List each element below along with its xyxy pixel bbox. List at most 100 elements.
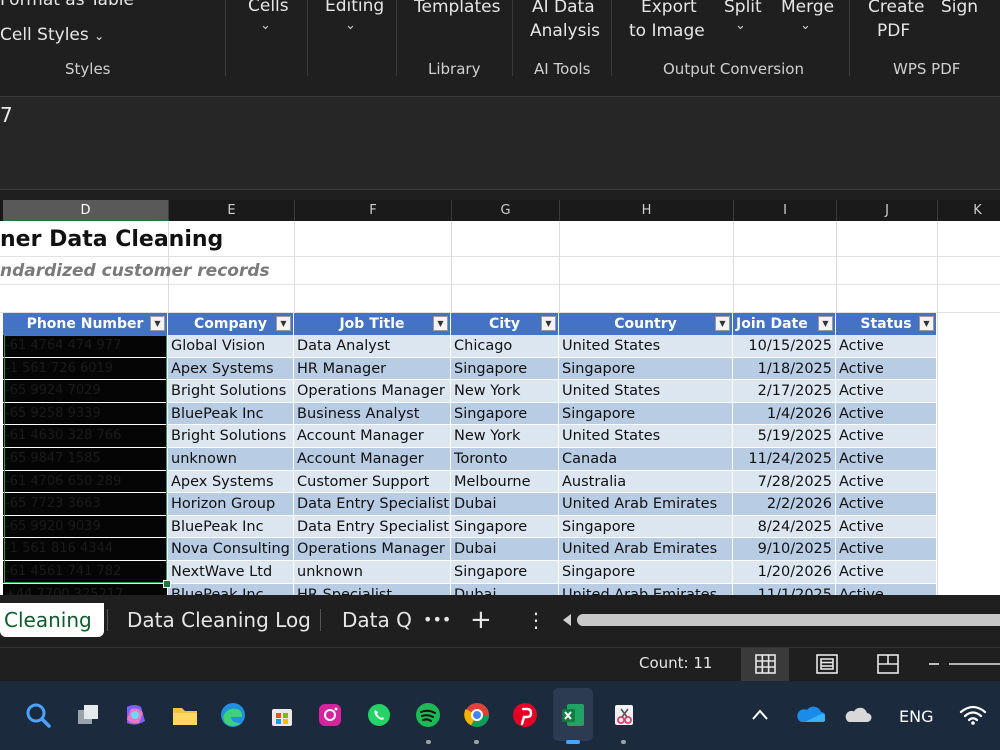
formula-value[interactable]: 7 (0, 103, 13, 127)
pinterest-icon[interactable] (511, 701, 539, 729)
ai-data-analysis-button-line1[interactable]: AI Data (532, 0, 595, 19)
cell-company[interactable]: BluePeak Inc (168, 515, 294, 539)
more-tabs-button[interactable]: ••• (423, 603, 451, 637)
cell-phone-number[interactable]: -1 561 816 4344 (3, 538, 168, 561)
wifi-icon[interactable] (959, 704, 987, 726)
cell-city[interactable]: New York (451, 425, 559, 448)
cell-city[interactable]: Singapore (451, 561, 559, 584)
sheet-options-button[interactable]: ⋮ (526, 603, 546, 637)
create-pdf-button-line1[interactable]: Create (868, 0, 925, 19)
cell-job-title[interactable]: unknown (294, 561, 451, 584)
tab-data-cleaning-log[interactable]: Data Cleaning Log (127, 603, 311, 637)
filter-dropdown-icon[interactable]: ▼ (919, 316, 934, 331)
cell-company[interactable]: BluePeak Inc (168, 402, 294, 426)
filter-dropdown-icon[interactable]: ▼ (818, 316, 833, 331)
chevron-down-icon[interactable]: ⌄ (345, 18, 356, 33)
cell-country[interactable]: Singapore (559, 357, 733, 381)
cell-styles-button[interactable]: Cell Styles ⌄ (0, 23, 104, 48)
cell-job-title[interactable]: Data Entry Specialist (294, 515, 451, 539)
cell-status[interactable]: Active (836, 335, 937, 358)
cell-company[interactable]: NextWave Ltd (168, 561, 294, 584)
cell-city[interactable]: Singapore (451, 402, 559, 426)
chevron-down-icon[interactable]: ⌄ (735, 18, 746, 33)
sign-button[interactable]: Sign (941, 0, 978, 19)
microsoft-store-icon[interactable] (268, 701, 296, 729)
cell-phone-number[interactable]: -65 7723 3663 (3, 493, 168, 516)
cell-status[interactable]: Active (836, 561, 937, 584)
whatsapp-icon[interactable] (365, 701, 393, 729)
column-header-f[interactable]: F (295, 200, 452, 221)
spotify-icon[interactable] (414, 701, 442, 729)
cell-phone-number[interactable]: -61 4561 741 782 (3, 561, 168, 584)
cell-city[interactable]: Dubai (451, 583, 559, 595)
cell-status[interactable]: Active (836, 583, 937, 595)
add-sheet-button[interactable]: + (470, 603, 492, 637)
chevron-down-icon[interactable]: ⌄ (260, 18, 271, 33)
header-city[interactable]: City ▼ (451, 313, 559, 335)
cell-city[interactable]: New York (451, 380, 559, 403)
column-header-h[interactable]: H (560, 200, 734, 221)
cell-status[interactable]: Active (836, 515, 937, 539)
header-company[interactable]: Company ▼ (168, 313, 294, 335)
cell-join-date[interactable]: 11/24/2025 (733, 448, 836, 471)
cell-join-date[interactable]: 1/20/2026 (733, 561, 836, 584)
cell-job-title[interactable]: Data Entry Specialist (294, 493, 451, 516)
cell-city[interactable]: Dubai (451, 538, 559, 561)
spreadsheet-grid[interactable]: ner Data Cleaning ndardized customer rec… (0, 221, 1000, 595)
cell-country[interactable]: Australia (559, 470, 733, 494)
cell-phone-number[interactable]: -65 9847 1585 (3, 448, 168, 471)
scroll-left-icon[interactable] (561, 610, 573, 630)
cell-phone-number[interactable]: -65 9920 9039 (3, 515, 168, 539)
cloud-icon[interactable] (843, 705, 873, 725)
file-explorer-icon[interactable] (171, 701, 199, 729)
header-status[interactable]: Status ▼ (836, 313, 937, 335)
cell-job-title[interactable]: Business Analyst (294, 402, 451, 426)
column-header-d[interactable]: D (3, 200, 169, 221)
cell-country[interactable]: Singapore (559, 402, 733, 426)
tab-data-quality[interactable]: Data Q (342, 603, 412, 637)
column-header-k[interactable]: K (938, 200, 1000, 221)
cell-phone-number[interactable]: -61 4706 650 289 (3, 470, 168, 494)
filter-dropdown-icon[interactable]: ▼ (150, 316, 165, 331)
cell-join-date[interactable]: 7/28/2025 (733, 470, 836, 494)
column-header-j[interactable]: J (837, 200, 938, 221)
copilot-icon[interactable] (121, 701, 149, 729)
onedrive-icon[interactable] (795, 703, 825, 725)
cell-company[interactable]: Nova Consulting (168, 538, 294, 561)
cell-status[interactable]: Active (836, 357, 937, 381)
cell-status[interactable]: Active (836, 538, 937, 561)
cell-job-title[interactable]: Data Analyst (294, 335, 451, 358)
cell-country[interactable]: United Arab Emirates (559, 493, 733, 516)
filter-dropdown-icon[interactable]: ▼ (541, 316, 556, 331)
cell-status[interactable]: Active (836, 470, 937, 494)
header-phone-number[interactable]: Phone Number ▼ (3, 313, 168, 335)
cell-job-title[interactable]: HR Manager (294, 357, 451, 381)
cell-join-date[interactable]: 10/15/2025 (733, 335, 836, 358)
cell-phone-number[interactable]: -65 9924 7029 (3, 380, 168, 403)
cell-company[interactable]: Horizon Group (168, 493, 294, 516)
cell-company[interactable]: Bright Solutions (168, 425, 294, 448)
format-as-table-button[interactable]: Format as Table (0, 0, 134, 12)
cell-join-date[interactable]: 1/4/2026 (733, 402, 836, 426)
cell-status[interactable]: Active (836, 448, 937, 471)
merge-button[interactable]: Merge (781, 0, 834, 19)
cell-company[interactable]: Apex Systems (168, 470, 294, 494)
cell-country[interactable]: United Arab Emirates (559, 538, 733, 561)
cell-join-date[interactable]: 2/2/2026 (733, 493, 836, 516)
create-pdf-button-line2[interactable]: PDF (877, 19, 910, 43)
cell-join-date[interactable]: 1/18/2025 (733, 357, 836, 381)
cell-join-date[interactable]: 8/24/2025 (733, 515, 836, 539)
editing-button[interactable]: Editing (325, 0, 384, 18)
cell-country[interactable]: Canada (559, 448, 733, 471)
cell-job-title[interactable]: HR Specialist (294, 583, 451, 595)
cell-country[interactable]: Singapore (559, 561, 733, 584)
column-header-g[interactable]: G (452, 200, 560, 221)
formula-bar[interactable]: 7 (0, 96, 1000, 190)
export-to-image-button-line1[interactable]: Export (641, 0, 697, 19)
cell-country[interactable]: United Arab Emirates (559, 583, 733, 595)
cell-city[interactable]: Melbourne (451, 470, 559, 494)
cell-city[interactable]: Toronto (451, 448, 559, 471)
cell-join-date[interactable]: 11/1/2025 (733, 583, 836, 595)
cell-country[interactable]: United States (559, 380, 733, 403)
cell-status[interactable]: Active (836, 493, 937, 516)
